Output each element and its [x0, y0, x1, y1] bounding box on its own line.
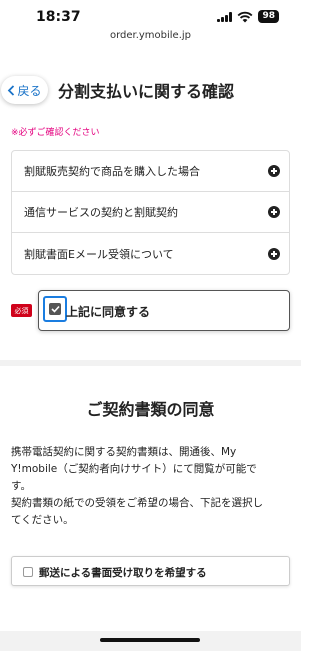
mail-delivery-option[interactable]: 郵送による書面受け取りを希望する: [11, 556, 290, 586]
clock: 18:37: [36, 9, 81, 25]
accordion-item-label: 通信サービスの契約と割賦契約: [24, 206, 178, 219]
installment-section: 戻る 分割支払いに関する確認 ※必ずご確認ください 割賦販売契約で商品を購入した…: [0, 48, 301, 360]
accordion-item-service-contract[interactable]: 通信サービスの契約と割賦契約: [12, 192, 289, 233]
back-button-label: 戻る: [17, 83, 42, 98]
page-title: 分割支払いに関する確認: [58, 82, 235, 101]
accordion-item-label: 割賦販売契約で商品を購入した場合: [24, 165, 200, 178]
page-content: 戻る 分割支払いに関する確認 ※必ずご確認ください 割賦販売契約で商品を購入した…: [0, 48, 301, 651]
status-bar: 18:37 98: [0, 0, 301, 30]
section-description: 携帯電話契約に関する契約書類は、開通後、My Y!mobile（ご契約者向けサイ…: [11, 444, 292, 529]
status-icons: 98: [217, 10, 279, 23]
address-bar[interactable]: order.ymobile.jp: [0, 30, 301, 48]
description-line: Y!mobile（ご契約者向けサイト）にて閲覧が可能で: [11, 463, 257, 475]
terms-accordion: 割賦販売契約で商品を購入した場合 通信サービスの契約と割賦契約 割賦書面Eメール…: [11, 150, 290, 275]
wifi-icon: [238, 11, 253, 22]
accordion-item-email-receipt[interactable]: 割賦書面Eメール受領について: [12, 233, 289, 274]
home-indicator: [100, 638, 200, 642]
accordion-item-purchase[interactable]: 割賦販売契約で商品を購入した場合: [12, 151, 289, 192]
agree-label: 上記に同意する: [66, 305, 151, 319]
description-line: てください。: [11, 514, 74, 526]
plus-circle-icon: [268, 247, 280, 260]
section-title: ご契約書類の同意: [86, 400, 215, 419]
agree-checkbox[interactable]: [43, 296, 67, 322]
contract-documents-section: ご契約書類の同意 携帯電話契約に関する契約書類は、開通後、My Y!mobile…: [0, 366, 301, 631]
accordion-item-label: 割賦書面Eメール受領について: [24, 247, 174, 261]
battery-icon: 98: [258, 10, 279, 23]
mail-delivery-checkbox[interactable]: [23, 567, 33, 577]
agree-checkbox-row[interactable]: 上記に同意する: [38, 290, 290, 331]
chevron-left-icon: [8, 84, 15, 96]
description-line: 契約書類の紙での受領をご希望の場合、下記を選択し: [11, 497, 263, 509]
cellular-signal-icon: [217, 11, 233, 22]
description-line: す。: [11, 480, 31, 492]
required-note: ※必ずご確認ください: [11, 128, 100, 138]
plus-circle-icon: [268, 165, 280, 177]
mail-delivery-label: 郵送による書面受け取りを希望する: [39, 567, 207, 579]
back-button[interactable]: 戻る: [1, 76, 48, 104]
checkmark-icon: [49, 303, 61, 315]
plus-circle-icon: [268, 206, 280, 218]
required-badge: 必須: [11, 304, 32, 317]
description-line: 携帯電話契約に関する契約書類は、開通後、My: [11, 446, 237, 458]
